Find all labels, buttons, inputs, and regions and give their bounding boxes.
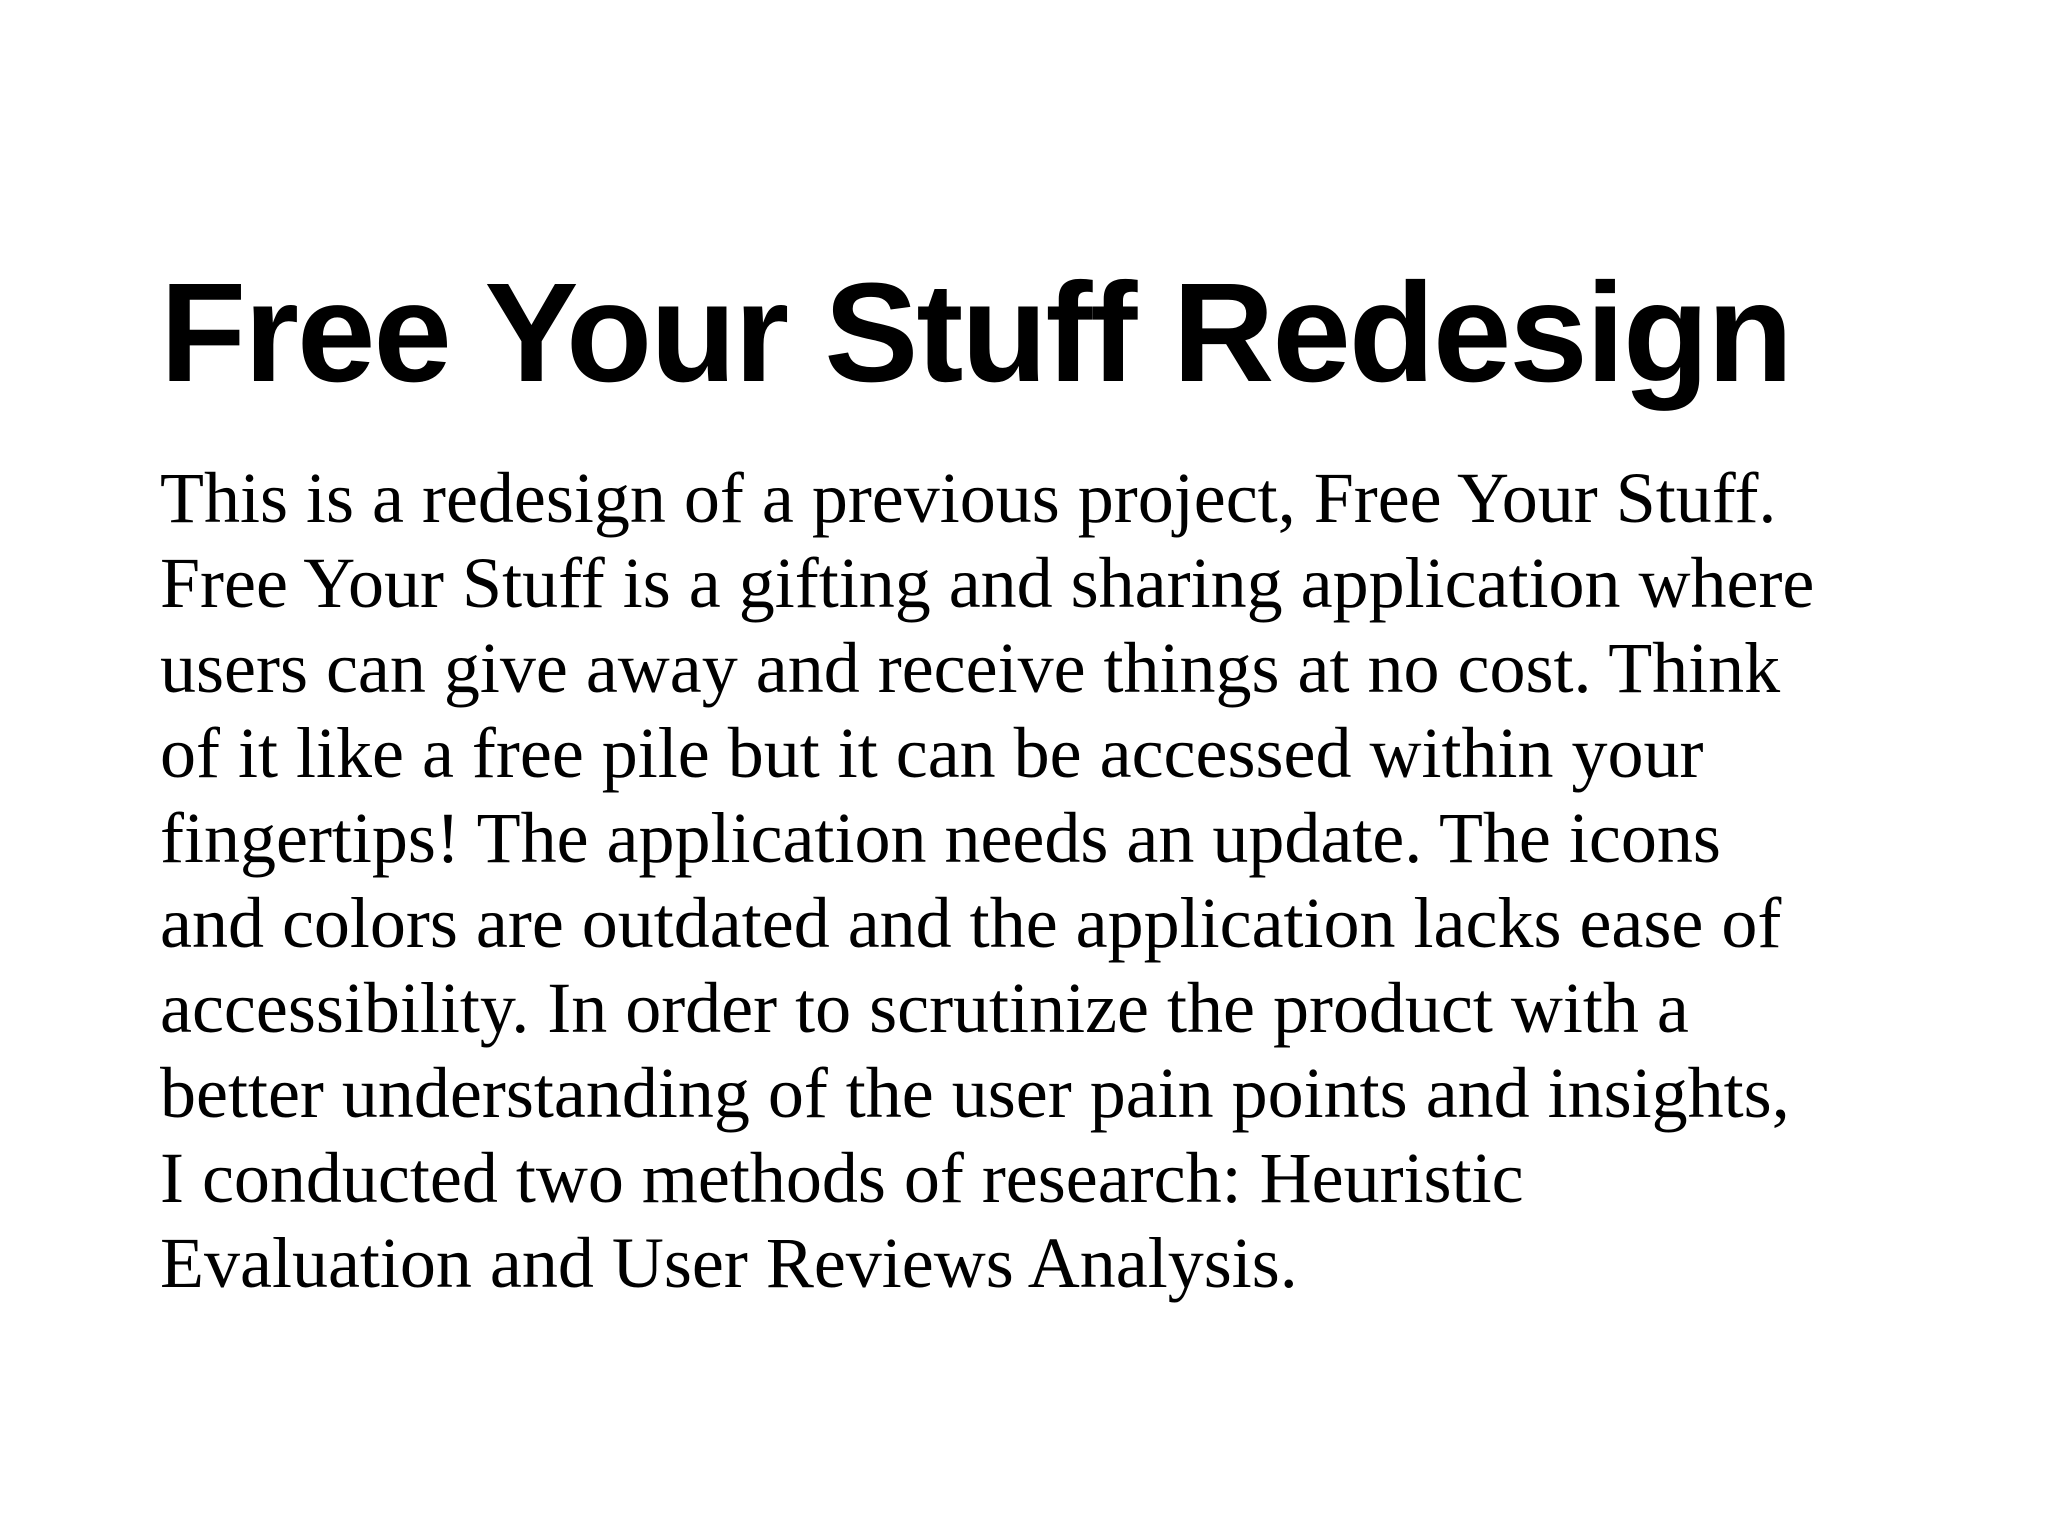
body-line: Evaluation and User Reviews Analysis. (160, 1223, 1298, 1303)
body-line: accessibility. In order to scrutinize th… (160, 968, 1689, 1048)
body-line: and colors are outdated and the applicat… (160, 883, 1782, 963)
body-line: of it like a free pile but it can be acc… (160, 713, 1704, 793)
slide-title: Free Your Stuff Redesign (160, 253, 1793, 411)
body-line: I conducted two methods of research: Heu… (160, 1138, 1524, 1218)
body-line: users can give away and receive things a… (160, 628, 1781, 708)
body-line: better understanding of the user pain po… (160, 1053, 1790, 1133)
body-line: This is a redesign of a previous project… (160, 458, 1777, 538)
slide: Free Your Stuff Redesign This is a redes… (0, 0, 2048, 1536)
slide-body: This is a redesign of a previous project… (160, 456, 1920, 1306)
body-line: Free Your Stuff is a gifting and sharing… (160, 543, 1815, 623)
body-line: fingertips! The application needs an upd… (160, 798, 1721, 878)
